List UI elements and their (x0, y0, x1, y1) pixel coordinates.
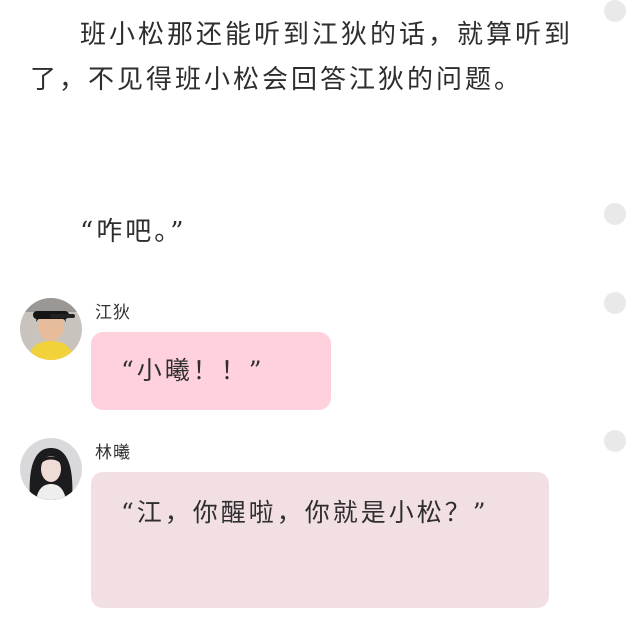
message-bubble[interactable]: “小曦！！” (91, 332, 331, 410)
message-bubble[interactable]: “江，你醒啦，你就是小松？” (91, 472, 549, 608)
sender-name: 江狄 (95, 303, 131, 323)
avatar[interactable] (20, 438, 82, 500)
sender-name: 林曦 (95, 443, 131, 463)
comment-dot-icon[interactable] (604, 430, 626, 452)
comment-dot-icon[interactable] (604, 292, 626, 314)
girl-avatar-icon (20, 438, 82, 500)
narration-text: 班小松那还能听到江狄的话，就算听到了，不见得班小松会回答江狄的问题。 (30, 20, 574, 95)
comment-dot-icon[interactable] (604, 0, 626, 22)
narration-dialogue: “咋吧。” (80, 217, 187, 247)
narration-paragraph: 班小松那还能听到江狄的话，就算听到了，不见得班小松会回答江狄的问题。 (30, 13, 575, 103)
boy-avatar-icon (20, 298, 82, 360)
avatar[interactable] (20, 298, 82, 360)
